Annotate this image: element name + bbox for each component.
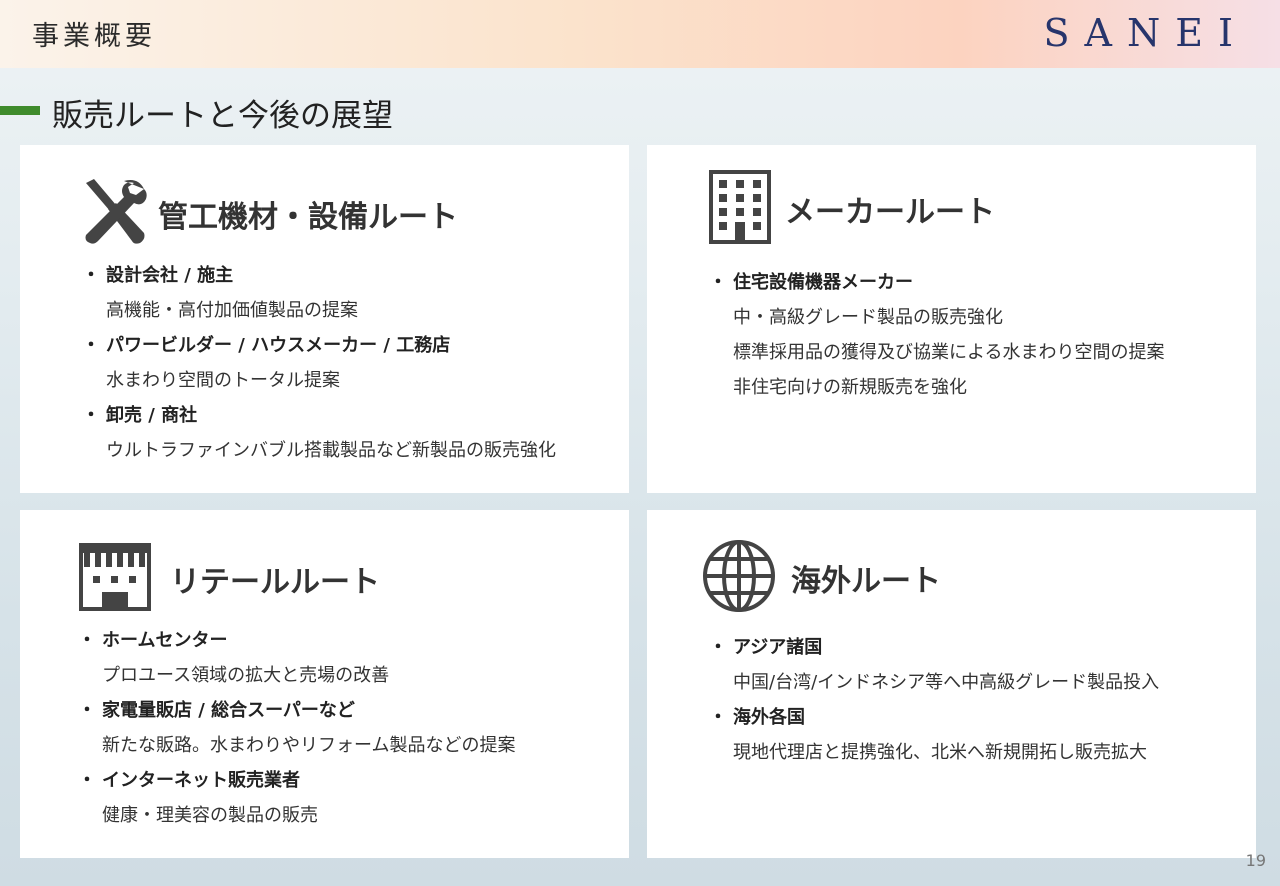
tools-icon xyxy=(78,177,148,251)
list-item-text: プロユース領域の拡大と売場の改善 xyxy=(102,665,390,686)
card-title: 海外ルート xyxy=(791,564,941,599)
section-title: 販売ルートと今後の展望 xyxy=(52,98,393,134)
list-item-heading: ・卸売 / 商社 xyxy=(82,405,198,426)
list-item-text: 非住宅向けの新規販売を強化 xyxy=(733,377,967,398)
list-item-text: 水まわり空間のトータル提案 xyxy=(106,370,340,391)
header-title: 事業概要 xyxy=(32,21,156,52)
card-pipe-equipment-route: 管工機材・設備ルート ・設計会社 / 施主 高機能・高付加価値製品の提案 ・パワ… xyxy=(20,145,629,493)
card-title: メーカールート xyxy=(785,195,995,230)
list-item-heading: ・海外各国 xyxy=(709,707,805,728)
card-maker-route: メーカールート ・住宅設備機器メーカー 中・高級グレード製品の販売強化 標準採用… xyxy=(647,145,1256,493)
card-title: 管工機材・設備ルート xyxy=(158,200,458,235)
list-item-text: 中・高級グレード製品の販売強化 xyxy=(733,307,1003,328)
globe-icon xyxy=(701,538,777,618)
list-item-heading: ・インターネット販売業者 xyxy=(78,770,300,791)
list-item-text: 健康・理美容の製品の販売 xyxy=(102,805,318,826)
list-item-text: 現地代理店と提携強化、北米へ新規開拓し販売拡大 xyxy=(733,742,1147,763)
section-accent-bar xyxy=(0,106,40,115)
building-icon xyxy=(709,170,771,248)
list-item-text: 標準採用品の獲得及び協業による水まわり空間の提案 xyxy=(733,342,1165,363)
list-item-text: 高機能・高付加価値製品の提案 xyxy=(106,300,358,321)
list-item-heading: ・家電量販店 / 総合スーパーなど xyxy=(78,700,355,721)
list-item-heading: ・住宅設備機器メーカー xyxy=(709,272,913,293)
list-item-heading: ・アジア諸国 xyxy=(709,637,823,658)
card-overseas-route: 海外ルート ・アジア諸国 中国/台湾/インドネシア等へ中高級グレード製品投入 ・… xyxy=(647,510,1256,858)
list-item-heading: ・パワービルダー / ハウスメーカー / 工務店 xyxy=(82,335,451,356)
list-item-heading: ・設計会社 / 施主 xyxy=(82,265,234,286)
card-retail-route: リテールルート ・ホームセンター プロユース領域の拡大と売場の改善 ・家電量販店… xyxy=(20,510,629,858)
list-item-text: 中国/台湾/インドネシア等へ中高級グレード製品投入 xyxy=(733,672,1160,693)
list-item-text: ウルトラファインバブル搭載製品など新製品の販売強化 xyxy=(106,440,556,461)
page-number: 19 xyxy=(1245,851,1266,870)
store-icon xyxy=(78,542,152,616)
header-bar: 事業概要 SANEI xyxy=(0,0,1280,68)
list-item-heading: ・ホームセンター xyxy=(78,630,228,651)
list-item-text: 新たな販路。水まわりやリフォーム製品などの提案 xyxy=(102,735,516,756)
card-title: リテールルート xyxy=(170,565,380,600)
sanei-logo: SANEI xyxy=(1043,11,1248,55)
